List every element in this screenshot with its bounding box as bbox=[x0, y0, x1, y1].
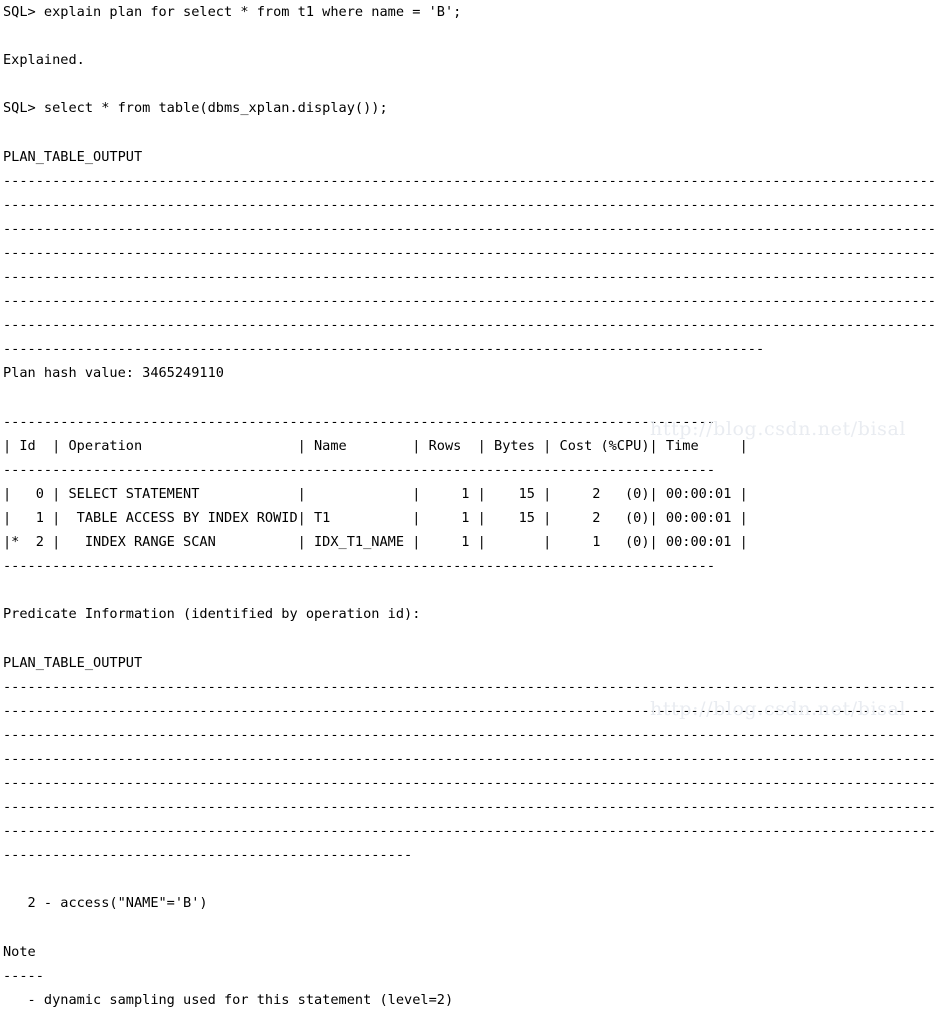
terminal-line-result: Explained. bbox=[3, 52, 85, 69]
terminal-line-noteitem: - dynamic sampling used for this stateme… bbox=[3, 991, 454, 1008]
terminal-line-separator: ----------------------------------------… bbox=[3, 775, 934, 791]
terminal-output[interactable]: SQL> explain plan for select * from t1 w… bbox=[0, 0, 934, 1008]
terminal-line-command: SQL> select * from table(dbms_xplan.disp… bbox=[3, 100, 388, 117]
terminal-line-separator: ----------------------------------------… bbox=[3, 823, 934, 840]
terminal-line-separator: ----------------------------------------… bbox=[3, 702, 934, 719]
terminal-line-tablehead: | Id | Operation | Name | Rows | Bytes |… bbox=[3, 437, 748, 454]
terminal-line-tablerow: | 0 | SELECT STATEMENT | | 1 | 15 | 2 (0… bbox=[3, 485, 748, 502]
terminal-line-heading: Predicate Information (identified by ope… bbox=[3, 606, 421, 623]
terminal-line-tablerule: ----------------------------------------… bbox=[3, 461, 716, 478]
terminal-line-separator: ----------------------------------------… bbox=[3, 726, 934, 743]
terminal-line-separator: ----------------------------------------… bbox=[3, 196, 934, 213]
terminal-line-separator: ----- bbox=[3, 967, 44, 984]
terminal-line-separator: ----------------------------------------… bbox=[3, 750, 934, 767]
terminal-line-heading: PLAN_TABLE_OUTPUT bbox=[3, 148, 143, 165]
terminal-line-separator: ----------------------------------------… bbox=[3, 678, 934, 695]
terminal-line-predicate: 2 - access("NAME"='B') bbox=[3, 895, 208, 912]
terminal-line-separator: ----------------------------------------… bbox=[3, 847, 413, 864]
terminal-line-separator: ----------------------------------------… bbox=[3, 244, 934, 261]
terminal-line-separator: ----------------------------------------… bbox=[3, 172, 934, 189]
terminal-line-planhash: Plan hash value: 3465249110 bbox=[3, 365, 224, 382]
terminal-line-tablerule: ----------------------------------------… bbox=[3, 558, 716, 575]
terminal-line-separator: ----------------------------------------… bbox=[3, 293, 934, 310]
terminal-line-separator: ----------------------------------------… bbox=[3, 799, 934, 816]
terminal-line-command: SQL> explain plan for select * from t1 w… bbox=[3, 4, 462, 20]
terminal-line-separator: ----------------------------------------… bbox=[3, 220, 934, 237]
terminal-line-tablerow: | 1 | TABLE ACCESS BY INDEX ROWID| T1 | … bbox=[3, 509, 748, 526]
terminal-line-heading: Note bbox=[3, 943, 36, 960]
terminal-line-heading: PLAN_TABLE_OUTPUT bbox=[3, 654, 143, 671]
terminal-line-separator: ----------------------------------------… bbox=[3, 341, 765, 358]
terminal-line-separator: ----------------------------------------… bbox=[3, 317, 934, 334]
terminal-line-tablerow: |* 2 | INDEX RANGE SCAN | IDX_T1_NAME | … bbox=[3, 534, 748, 551]
terminal-line-tablerule: ----------------------------------------… bbox=[3, 413, 716, 430]
terminal-line-separator: ----------------------------------------… bbox=[3, 269, 934, 286]
